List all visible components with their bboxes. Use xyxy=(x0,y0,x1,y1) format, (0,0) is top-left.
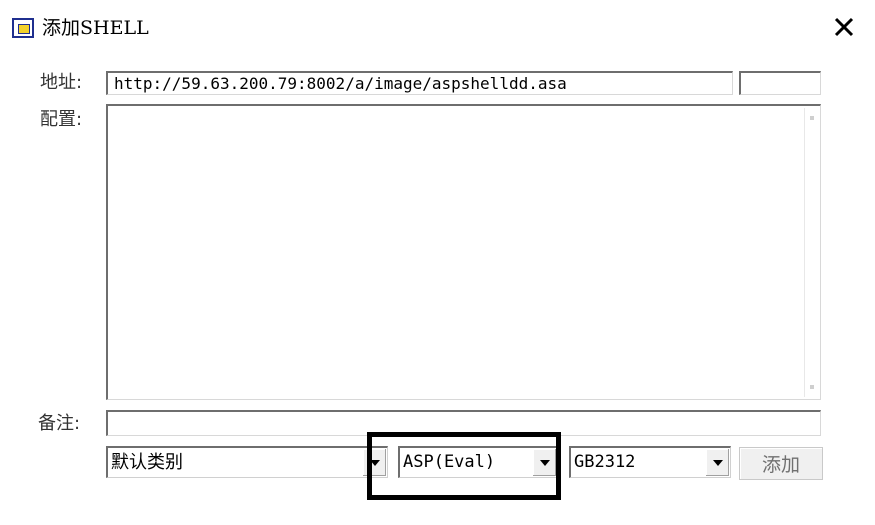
password-input[interactable] xyxy=(741,73,820,94)
address-label: 地址: xyxy=(40,72,83,93)
config-scrollbar[interactable] xyxy=(804,108,818,397)
chevron-down-icon xyxy=(369,459,380,466)
address-field[interactable] xyxy=(106,71,733,95)
chevron-down-icon xyxy=(712,459,723,466)
config-textarea[interactable] xyxy=(108,106,820,399)
dialog-title: 添加SHELL xyxy=(42,17,149,39)
address-input[interactable] xyxy=(108,73,732,94)
scroll-down-icon[interactable] xyxy=(810,385,814,389)
password-field[interactable] xyxy=(739,71,821,95)
add-shell-dialog: 添加SHELL 地址: 配置: 备注: 默认类别 ASP(Eval) xyxy=(0,0,875,525)
encoding-value: GB2312 xyxy=(574,452,636,472)
script-type-select[interactable]: ASP(Eval) xyxy=(398,446,558,478)
encoding-select[interactable]: GB2312 xyxy=(569,446,731,478)
scroll-up-icon[interactable] xyxy=(810,116,814,120)
window-icon xyxy=(12,18,34,38)
category-dropdown-button[interactable] xyxy=(362,449,386,476)
script-type-value: ASP(Eval) xyxy=(403,452,496,472)
chevron-down-icon xyxy=(539,459,550,466)
encoding-dropdown-button[interactable] xyxy=(705,449,729,476)
note-field[interactable] xyxy=(106,410,821,436)
category-select[interactable]: 默认类别 xyxy=(106,446,388,478)
config-label: 配置: xyxy=(40,109,83,130)
note-input[interactable] xyxy=(108,412,820,435)
script-type-dropdown-button[interactable] xyxy=(532,449,556,476)
note-label: 备注: xyxy=(38,413,81,434)
close-button[interactable] xyxy=(822,6,866,48)
category-value: 默认类别 xyxy=(111,452,183,473)
close-icon xyxy=(834,17,854,37)
config-field[interactable] xyxy=(106,104,821,400)
add-button[interactable]: 添加 xyxy=(739,447,823,480)
